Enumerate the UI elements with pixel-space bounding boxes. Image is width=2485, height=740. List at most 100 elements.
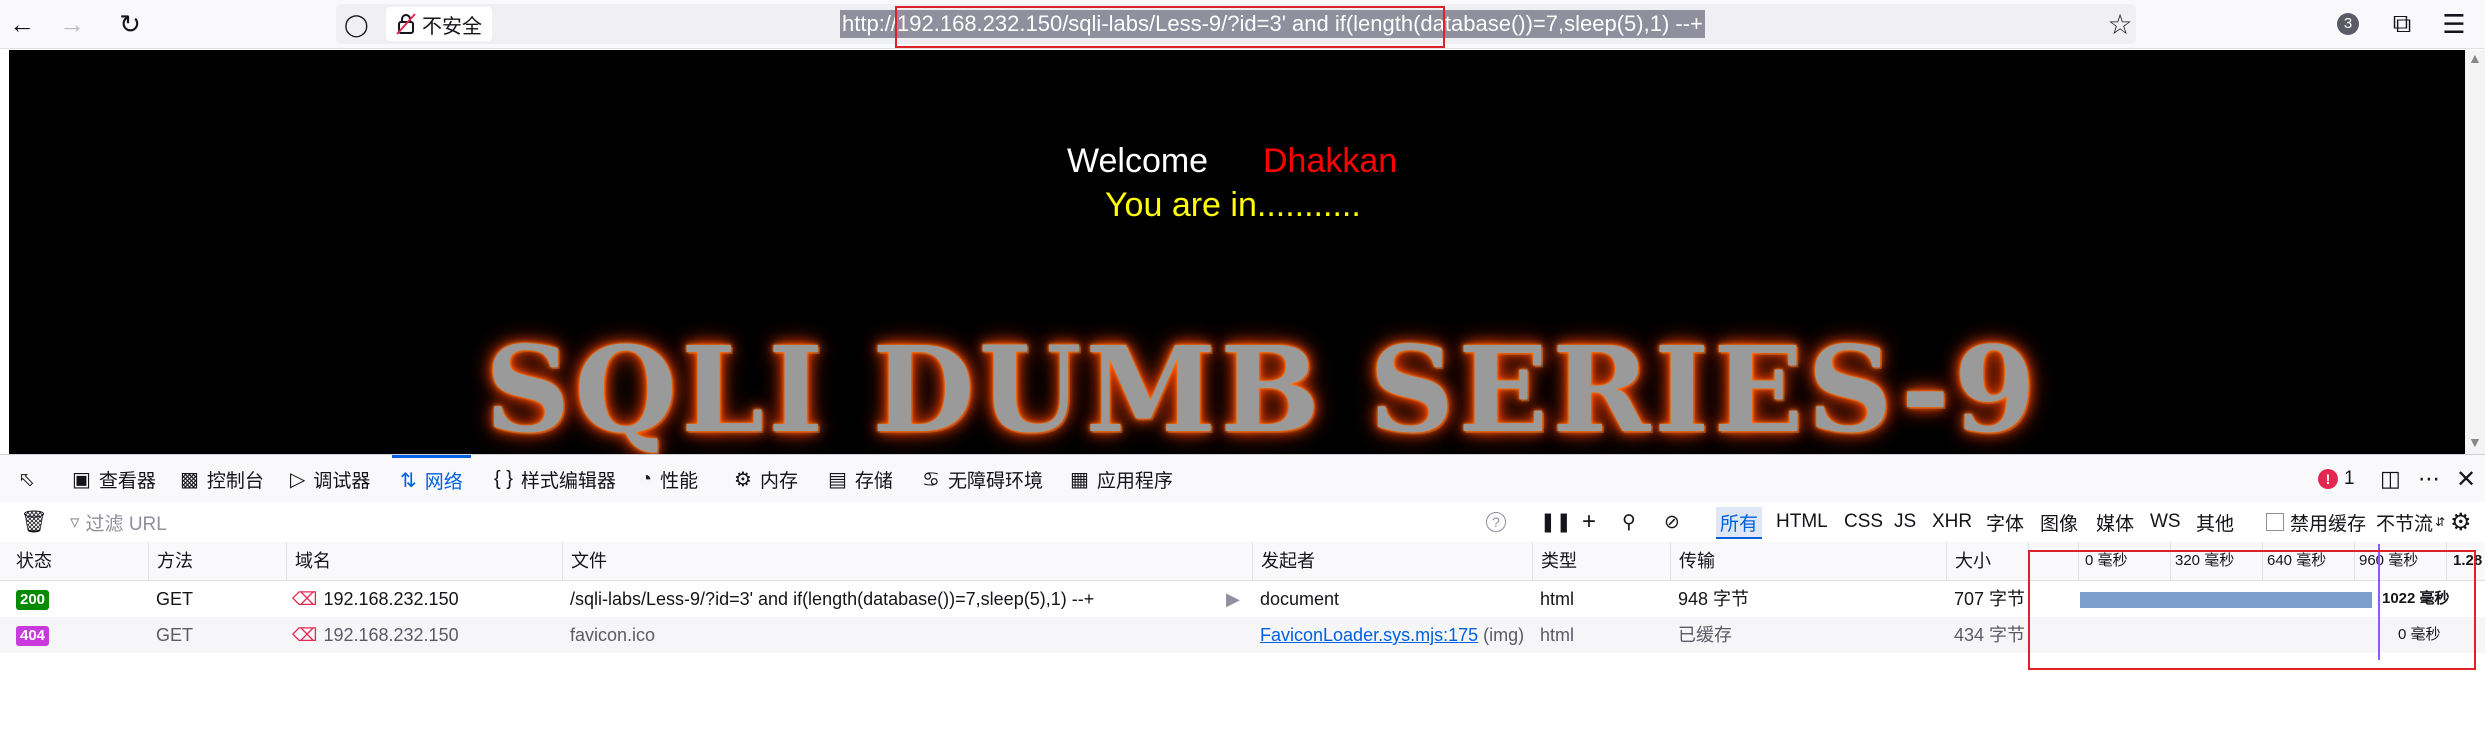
method-cell: GET xyxy=(156,625,194,645)
search-icon: ⚲ xyxy=(1622,511,1636,533)
column-domain[interactable]: 域名 xyxy=(286,542,562,580)
close-devtools-button[interactable]: ✕ xyxy=(2456,455,2476,503)
clear-button[interactable]: 🗑 xyxy=(20,502,48,542)
help-button[interactable]: ? xyxy=(1486,502,1506,542)
filter-type-ws[interactable]: WS xyxy=(2150,502,2181,542)
user-name: Dhakkan xyxy=(1263,142,1398,180)
bookmark-button[interactable]: ☆ xyxy=(2100,4,2140,44)
reload-button[interactable]: ↻ xyxy=(110,4,150,44)
filter-type-media[interactable]: 媒体 xyxy=(2096,502,2134,542)
pause-button[interactable]: ❚❚ xyxy=(1540,502,1572,542)
tab-label: 查看器 xyxy=(98,470,156,492)
filter-placeholder: 过滤 URL xyxy=(85,513,167,535)
filter-icon: ▿ xyxy=(70,511,80,533)
domain-cell: ⌫ 192.168.232.150 xyxy=(292,617,459,653)
security-label: 不安全 xyxy=(422,15,482,38)
tab-label: 内存 xyxy=(759,470,798,492)
scroll-down-icon[interactable]: ▼ xyxy=(2468,434,2482,450)
dock-toggle-button[interactable]: ◫ xyxy=(2380,455,2401,503)
puzzle-icon: ⧉ xyxy=(2392,8,2412,38)
tab-label: 网络 xyxy=(424,472,463,493)
scroll-up-icon[interactable]: ▲ xyxy=(2468,50,2482,66)
application-icon: ▦ xyxy=(1070,468,1089,491)
arrow-right-icon: → xyxy=(59,8,85,39)
error-count-button[interactable]: ! 1 xyxy=(2318,455,2355,503)
type-cell: html xyxy=(1540,589,1575,609)
tab-memory[interactable]: ⚙ 内存 xyxy=(734,455,798,503)
tab-performance[interactable]: ◔ 性能 xyxy=(640,455,698,503)
dock-icon: ◫ xyxy=(2380,466,2401,491)
arrow-left-icon: ← xyxy=(9,8,35,39)
filter-type-xhr[interactable]: XHR xyxy=(1932,502,1972,542)
block-button[interactable]: ⊘ xyxy=(1664,502,1680,542)
throttle-select[interactable]: 不节流 ⇵ xyxy=(2376,502,2445,542)
column-method[interactable]: 方法 xyxy=(148,542,286,580)
column-size[interactable]: 大小 xyxy=(1946,542,2028,580)
devtools-menu-button[interactable]: ⋯ xyxy=(2418,455,2440,503)
tab-label: 性能 xyxy=(660,470,699,492)
column-transferred[interactable]: 传输 xyxy=(1670,542,1946,580)
tab-storage[interactable]: ▤ 存储 xyxy=(828,455,893,503)
column-type[interactable]: 类型 xyxy=(1532,542,1670,580)
filter-type-images[interactable]: 图像 xyxy=(2040,502,2078,542)
search-button[interactable]: ⚲ xyxy=(1622,502,1636,542)
throttle-label: 不节流 xyxy=(2376,513,2434,535)
login-message: You are in........... xyxy=(1105,186,1361,224)
size-cell: 707 字节 xyxy=(1954,589,2026,609)
transferred-cell: 948 字节 xyxy=(1678,589,1750,609)
tab-application[interactable]: ▦ 应用程序 xyxy=(1070,455,1173,503)
status-badge: 404 xyxy=(16,626,50,647)
inspector-icon: ▣ xyxy=(72,468,91,491)
file-cell: favicon.ico xyxy=(570,625,656,645)
column-initiator[interactable]: 发起者 xyxy=(1252,542,1532,580)
domain-text: 192.168.232.150 xyxy=(323,625,459,645)
network-filter-bar: 🗑 ▿ 过滤 URL ? ❚❚ + ⚲ ⊘ 所有 HTML CSS JS XHR… xyxy=(0,502,2485,543)
type-cell: html xyxy=(1540,625,1575,645)
back-button[interactable]: ← xyxy=(2,4,42,44)
disable-cache-checkbox[interactable]: 禁用缓存 xyxy=(2266,502,2366,542)
page-content: Welcome Dhakkan You are in........... SQ… xyxy=(9,50,2465,459)
tab-debugger[interactable]: ▷ 调试器 xyxy=(290,455,370,503)
transferred-cell: 已缓存 xyxy=(1678,625,1732,645)
initiator-cell: document xyxy=(1260,589,1340,609)
add-request-button[interactable]: + xyxy=(1582,502,1596,542)
extensions-button[interactable]: ⧉ xyxy=(2382,4,2422,44)
tab-console[interactable]: ▩ 控制台 xyxy=(180,455,264,503)
shield-icon[interactable]: ◯ xyxy=(344,12,369,38)
column-status[interactable]: 状态 xyxy=(8,542,148,580)
network-settings-button[interactable]: ⚙ xyxy=(2450,502,2472,542)
pick-element-button[interactable]: ⬁ xyxy=(18,455,43,503)
select-arrows-icon: ⇵ xyxy=(2435,515,2446,529)
filter-type-js[interactable]: JS xyxy=(1894,502,1916,542)
menu-button[interactable]: ☰ xyxy=(2434,4,2474,44)
debugger-icon: ▷ xyxy=(290,468,306,491)
tab-style-editor[interactable]: { } 样式编辑器 xyxy=(494,455,616,503)
filter-type-fonts[interactable]: 字体 xyxy=(1986,502,2024,542)
filter-type-css[interactable]: CSS xyxy=(1844,502,1883,542)
browser-toolbar: ← → ↻ ◯ 不安全 http://192.168.232.150/sqli-… xyxy=(0,0,2485,49)
console-icon: ▩ xyxy=(180,468,199,491)
initiator-link[interactable]: FaviconLoader.sys.mjs:175 xyxy=(1260,625,1478,645)
tab-accessibility[interactable]: ♋ 无障碍环境 xyxy=(922,455,1043,503)
network-icon: ⇅ xyxy=(400,470,417,492)
filter-url-input[interactable]: ▿ 过滤 URL xyxy=(70,502,167,542)
insecure-icon: ⌫ xyxy=(292,589,318,609)
turtle-icon: ▶ xyxy=(1226,589,1240,609)
filter-type-html[interactable]: HTML xyxy=(1776,502,1828,542)
forward-button[interactable]: → xyxy=(52,4,92,44)
column-file[interactable]: 文件 xyxy=(562,542,1252,580)
insecure-icon: ⌫ xyxy=(292,625,318,645)
hamburger-icon: ☰ xyxy=(2442,8,2466,39)
tab-network[interactable]: ⇅ 网络 xyxy=(392,455,471,503)
security-indicator[interactable]: 不安全 xyxy=(386,7,492,41)
filter-type-all[interactable]: 所有 xyxy=(1716,507,1763,539)
page-scrollbar[interactable]: ▲ ▼ xyxy=(2465,50,2485,454)
extensions-badge: 3 xyxy=(2337,13,2359,35)
status-badge: 200 xyxy=(16,590,50,611)
tab-label: 样式编辑器 xyxy=(520,470,616,492)
checkbox-box xyxy=(2266,513,2284,531)
reload-icon: ↻ xyxy=(119,8,141,39)
extensions-count-button[interactable]: 3 xyxy=(2328,4,2368,44)
tab-inspector[interactable]: ▣ 查看器 xyxy=(72,455,156,503)
filter-type-other[interactable]: 其他 xyxy=(2196,502,2234,542)
